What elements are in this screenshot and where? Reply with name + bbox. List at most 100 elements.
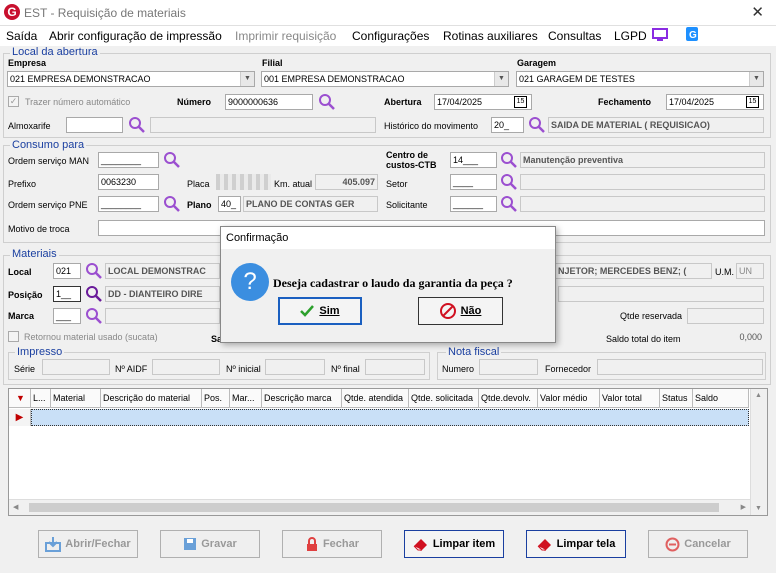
scroll-right-icon[interactable]: ▶	[741, 503, 746, 511]
search-icon[interactable]	[163, 151, 181, 169]
close-icon[interactable]: ✕	[751, 3, 764, 21]
col-header[interactable]: Status	[660, 389, 693, 408]
col-header[interactable]: Descrição marca	[262, 389, 342, 408]
numero-field[interactable]: 9000000636	[225, 94, 313, 110]
search-icon[interactable]	[500, 195, 518, 213]
monitor-icon[interactable]	[652, 28, 668, 42]
retornou-checkbox[interactable]	[8, 331, 19, 342]
table-row[interactable]	[31, 409, 749, 426]
search-icon[interactable]	[500, 151, 518, 169]
garagem-select[interactable]: 021 GARAGEM DE TESTES ▼	[516, 71, 764, 87]
motivo-label: Motivo de troca	[8, 224, 70, 234]
cc-code[interactable]: 14___	[450, 152, 497, 168]
fechar-button[interactable]: Fechar	[282, 530, 382, 558]
os-pne-field[interactable]: ________	[98, 196, 159, 212]
empresa-select[interactable]: 021 EMPRESA DEMONSTRACAO ▼	[7, 71, 255, 87]
solicitante-label: Solicitante	[386, 200, 428, 210]
g-badge-icon[interactable]: G	[685, 26, 699, 42]
col-header[interactable]: Descrição do material	[101, 389, 202, 408]
yes-button[interactable]: Sim	[278, 297, 362, 325]
calendar-icon[interactable]: 15	[746, 96, 759, 108]
col-header[interactable]: Valor total	[600, 389, 660, 408]
col-header[interactable]: Material	[51, 389, 101, 408]
menu-lgpd[interactable]: LGPD	[614, 29, 647, 43]
no-button[interactable]: Não	[418, 297, 503, 325]
garagem-value: 021 GARAGEM DE TESTES	[519, 74, 635, 84]
search-icon[interactable]	[500, 173, 518, 191]
fornecedor-field	[597, 359, 763, 375]
setor-label: Setor	[386, 179, 408, 189]
abrir-fechar-label: Abrir/Fechar	[65, 538, 131, 550]
scroll-down-icon[interactable]: ▼	[755, 505, 762, 512]
aidf-field	[152, 359, 220, 375]
solicitante-field[interactable]: ______	[450, 196, 497, 212]
search-icon[interactable]	[85, 285, 103, 303]
col-header[interactable]: Pos.	[202, 389, 230, 408]
chevron-down-icon: ▼	[749, 72, 763, 86]
local-code[interactable]: 021	[53, 263, 81, 279]
final-field	[365, 359, 425, 375]
abrir-fechar-button[interactable]: Abrir/Fechar	[38, 530, 138, 558]
nota-numero-label: Numero	[442, 364, 475, 374]
limpar-tela-button[interactable]: Limpar tela	[526, 530, 626, 558]
menu-consultas[interactable]: Consultas	[548, 29, 601, 43]
col-header[interactable]: Qtde.devolv.	[479, 389, 538, 408]
col-header[interactable]: Mar...	[230, 389, 262, 408]
almoxarife-field[interactable]	[66, 117, 123, 133]
gravar-button[interactable]: Gravar	[160, 530, 260, 558]
check-icon	[300, 305, 315, 317]
calendar-icon[interactable]: 15	[514, 96, 527, 108]
menu-saida[interactable]: Saída	[6, 29, 37, 43]
vertical-scrollbar[interactable]: ▲ ▼	[750, 389, 767, 515]
scroll-thumb[interactable]	[29, 503, 719, 512]
col-header[interactable]: Saldo	[693, 389, 749, 408]
col-header[interactable]: Qtde. atendida	[342, 389, 409, 408]
km-field: 405.097	[315, 174, 378, 190]
limpar-item-button[interactable]: Limpar item	[404, 530, 504, 558]
marca-code[interactable]: ___	[53, 308, 81, 324]
filial-select[interactable]: 001 EMPRESA DEMONSTRACAO ▼	[261, 71, 509, 87]
sort-down-icon[interactable]: ▼	[9, 389, 31, 408]
scroll-up-icon[interactable]: ▲	[755, 392, 762, 399]
cancel-icon	[665, 537, 680, 551]
inicial-field	[265, 359, 325, 375]
menu-abrir-config[interactable]: Abrir configuração de impressão	[49, 29, 222, 43]
prefixo-field[interactable]: 0063230	[98, 174, 159, 190]
col-header[interactable]: L...	[31, 389, 51, 408]
numero-label: Número	[177, 97, 212, 107]
setor-field[interactable]: ____	[450, 174, 497, 190]
search-icon[interactable]	[85, 262, 103, 280]
search-icon[interactable]	[163, 195, 181, 213]
trazer-checkbox[interactable]: ✓	[8, 96, 19, 107]
limpar-item-label: Limpar item	[432, 538, 496, 550]
posicao-code[interactable]: 1__	[53, 286, 81, 302]
col-header[interactable]: Qtde. solicitada	[409, 389, 479, 408]
os-man-field[interactable]: ________	[98, 152, 159, 168]
scroll-left-icon[interactable]: ◀	[13, 503, 18, 511]
abertura-label: Abertura	[384, 97, 422, 107]
qtde-reservada-label: Qtde reservada	[620, 311, 683, 321]
um-field: UN	[736, 263, 764, 279]
menu-rotinas[interactable]: Rotinas auxiliares	[443, 29, 538, 43]
cancelar-button[interactable]: Cancelar	[648, 530, 748, 558]
search-icon[interactable]	[528, 116, 546, 134]
fechamento-label: Fechamento	[598, 97, 652, 107]
menu-configuracoes[interactable]: Configurações	[352, 29, 429, 43]
menu-bar: Saída Abrir configuração de impressão Im…	[0, 26, 776, 46]
plano-code[interactable]: 40_	[218, 196, 241, 212]
menu-imprimir[interactable]: Imprimir requisição	[235, 29, 336, 43]
search-icon[interactable]	[128, 116, 146, 134]
window-title: EST - Requisição de materiais	[24, 6, 186, 20]
col-header[interactable]: Valor médio	[538, 389, 600, 408]
filial-value: 001 EMPRESA DEMONSTRACAO	[264, 74, 405, 84]
um-label: U.M.	[715, 267, 734, 277]
items-grid[interactable]: ▼ L... Material Descrição do material Po…	[8, 388, 768, 516]
materiais-legend: Materiais	[10, 248, 59, 260]
historico-code[interactable]: 20_	[491, 117, 524, 133]
horizontal-scrollbar[interactable]: ◀ ▶	[9, 499, 750, 515]
almoxarife-label: Almoxarife	[8, 121, 51, 131]
search-icon[interactable]	[318, 93, 336, 111]
search-icon[interactable]	[85, 307, 103, 325]
garagem-label: Garagem	[517, 58, 557, 68]
aidf-label: Nº AIDF	[115, 364, 148, 374]
